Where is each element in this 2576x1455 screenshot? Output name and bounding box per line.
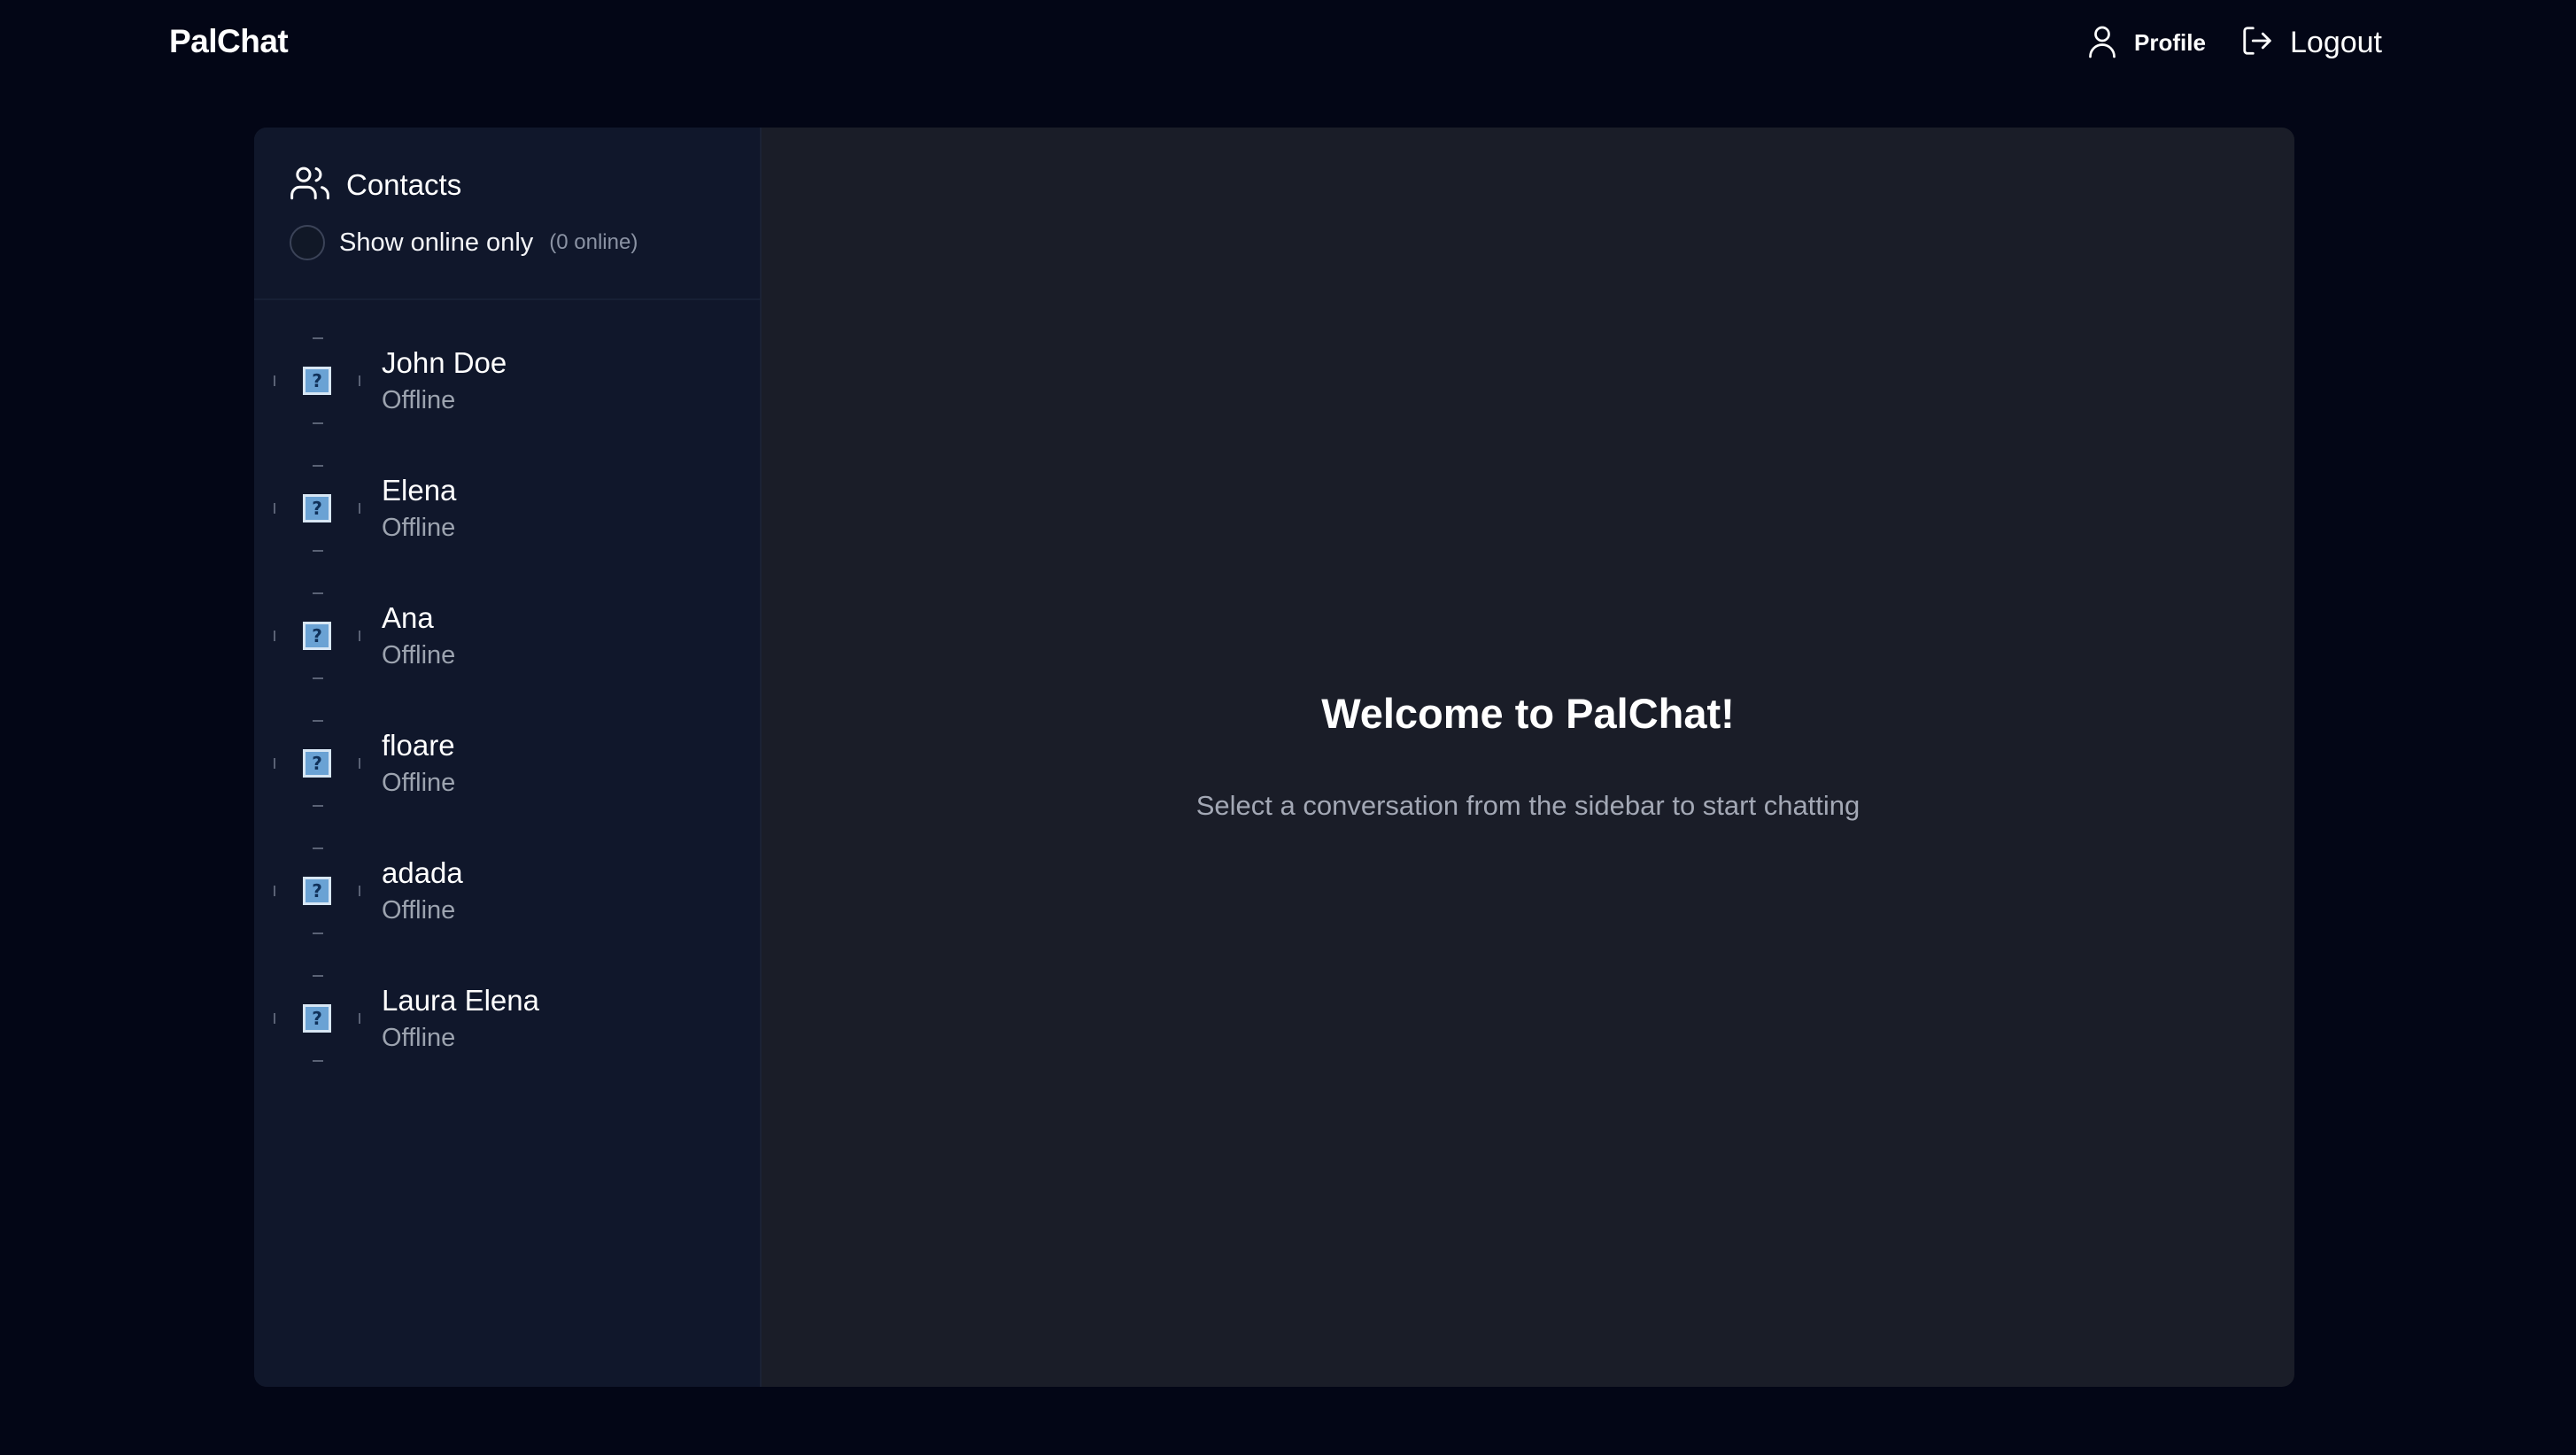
contact-status: Offline (382, 641, 456, 669)
avatar: ? (274, 465, 360, 552)
welcome-subtitle: Select a conversation from the sidebar t… (1195, 790, 1860, 821)
broken-image-icon: ? (303, 494, 331, 522)
user-icon (2086, 23, 2118, 63)
contact-name: adada (382, 856, 463, 889)
avatar: ? (274, 847, 360, 934)
contact-item[interactable]: ? John Doe Offline (254, 337, 762, 465)
sidebar-header: Contacts Show online only (0 online) (254, 128, 760, 300)
contact-item[interactable]: ? Ana Offline (254, 592, 762, 720)
profile-link[interactable]: Profile (2086, 25, 2206, 60)
contacts-sidebar: Contacts Show online only (0 online) ? J… (254, 128, 762, 1387)
contact-status: Offline (382, 896, 456, 925)
broken-image-icon: ? (303, 367, 331, 395)
online-only-filter[interactable]: Show online only (0 online) (290, 225, 638, 260)
contact-status: Offline (382, 386, 456, 414)
avatar: ? (274, 720, 360, 807)
contact-status: Offline (382, 769, 456, 797)
online-count: (0 online) (549, 230, 638, 254)
broken-image-icon: ? (303, 622, 331, 650)
brand-logo[interactable]: PalChat (169, 23, 289, 60)
contact-list: ? John Doe Offline ? Elena Offline ? Ana (254, 337, 762, 1103)
contact-name: Ana (382, 601, 434, 634)
contact-name: Laura Elena (382, 984, 539, 1017)
broken-image-icon: ? (303, 1004, 331, 1033)
broken-image-icon: ? (303, 877, 331, 905)
contact-name: Elena (382, 474, 457, 507)
avatar: ? (274, 337, 360, 424)
contacts-title: Contacts (346, 167, 462, 201)
contact-status: Offline (382, 1024, 456, 1052)
contact-item[interactable]: ? Elena Offline (254, 465, 762, 592)
contacts-heading: Contacts (290, 163, 461, 206)
users-icon (290, 163, 330, 206)
broken-image-icon: ? (303, 749, 331, 778)
contact-item[interactable]: ? floare Offline (254, 720, 762, 847)
logout-label: Logout (2290, 25, 2382, 59)
contact-item[interactable]: ? adada Offline (254, 847, 762, 975)
contact-name: John Doe (382, 346, 507, 379)
welcome-panel: Welcome to PalChat! Select a conversatio… (762, 128, 2294, 1387)
welcome-title: Welcome to PalChat! (1321, 690, 1735, 737)
profile-label: Profile (2134, 28, 2206, 56)
logout-icon (2240, 24, 2274, 62)
avatar: ? (274, 592, 360, 679)
online-only-label: Show online only (339, 228, 534, 257)
top-navbar: PalChat Profile Logout (0, 0, 2576, 85)
online-only-checkbox[interactable] (290, 225, 325, 260)
avatar: ? (274, 975, 360, 1062)
contact-item[interactable]: ? Laura Elena Offline (254, 975, 762, 1103)
chat-container: Contacts Show online only (0 online) ? J… (254, 128, 2294, 1387)
contact-status: Offline (382, 514, 456, 542)
logout-button[interactable]: Logout (2240, 24, 2382, 61)
contact-name: floare (382, 729, 455, 762)
